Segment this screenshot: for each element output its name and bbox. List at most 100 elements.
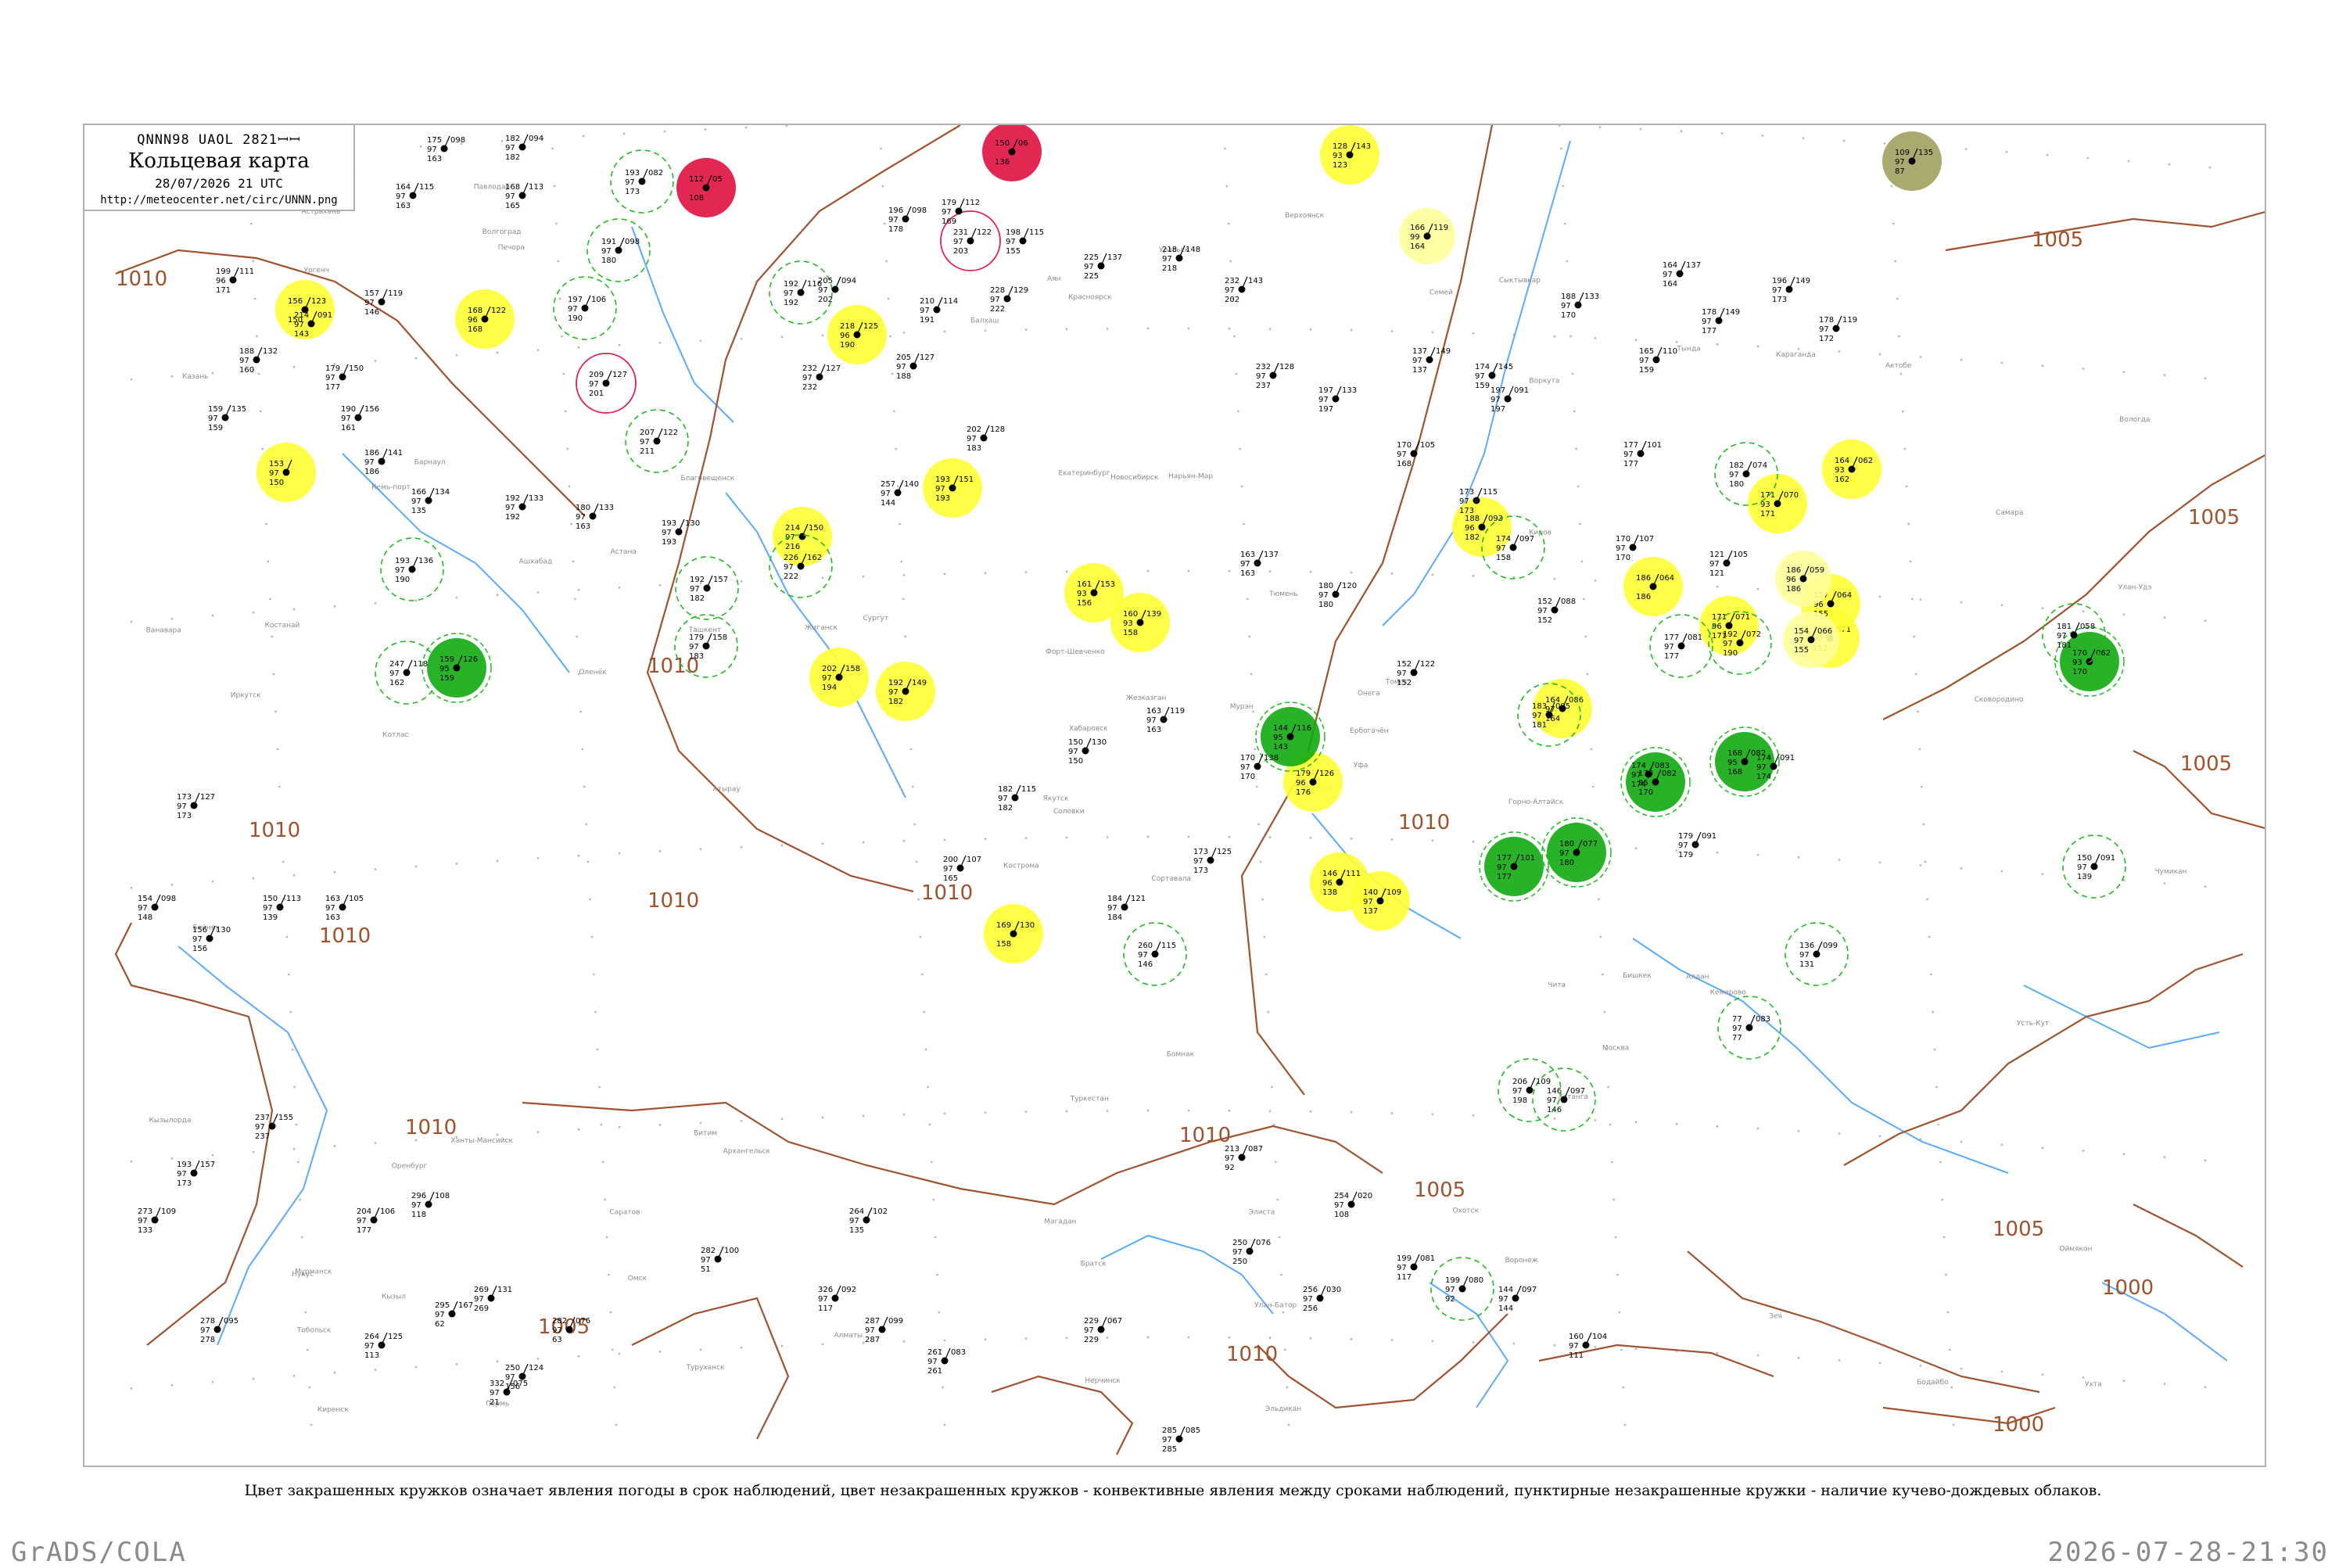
station-plot[interactable]: 16411597163 (396, 183, 434, 210)
station-dewpoint: 97 (1146, 716, 1157, 725)
station-plot[interactable]: 21011497191 (920, 297, 958, 325)
station-plot[interactable]: 20912797201 (589, 371, 627, 398)
station-plot[interactable]: 14409797144 (1498, 1286, 1537, 1313)
station-plot[interactable]: 19911196171 (216, 267, 254, 295)
station-plot[interactable]: 17710197177 (1623, 441, 1662, 468)
station-plot[interactable]: 26011597146 (1138, 942, 1176, 969)
station-plot[interactable]: 22812997222 (990, 286, 1028, 314)
station-plot[interactable]: 17814997177 (1702, 308, 1740, 335)
station-plot[interactable]: 13609997131 (1799, 942, 1838, 969)
station-plot[interactable]: 15011397139 (263, 895, 301, 922)
station-plot[interactable]: 17312797173 (177, 793, 215, 820)
station-plot[interactable]: 19313097193 (662, 519, 700, 547)
station-plot[interactable]: 17911297169 (942, 199, 980, 226)
station-plot[interactable]: 17811997172 (1819, 316, 1857, 343)
station-plot[interactable]: 16511097159 (1639, 347, 1677, 375)
station-plot[interactable]: 27310997133 (138, 1207, 176, 1235)
grid-dot (1965, 148, 1968, 150)
station-plot[interactable]: 16613497135 (411, 488, 450, 515)
station-plot[interactable]: 19609897178 (888, 206, 927, 234)
station-plot[interactable]: 26913197269 (474, 1286, 512, 1313)
station-plot[interactable]: 23112297203 (953, 228, 992, 256)
station-plot[interactable]: 20512797188 (896, 353, 934, 381)
station-plot[interactable]: 18813297160 (239, 347, 278, 375)
station-plot[interactable]: 25402097108 (1334, 1192, 1372, 1219)
station-plot[interactable]: 23715597237 (255, 1114, 293, 1141)
station-plot[interactable]: 12110597121 (1709, 551, 1748, 578)
station-plot[interactable]: 17909197179 (1678, 832, 1716, 859)
station-plot[interactable]: 19015697161 (341, 405, 379, 432)
station-plot[interactable]: 25714097144 (881, 480, 919, 508)
station-plot[interactable]: 20610997198 (1512, 1078, 1551, 1105)
station-plot[interactable]: 19211697192 (784, 280, 822, 307)
station-plot[interactable]: 2951679762 (435, 1301, 473, 1329)
station-plot[interactable]: 19215797182 (690, 576, 728, 603)
station-plot[interactable]: 19713397197 (1318, 386, 1357, 414)
station-plot[interactable]: 22513797225 (1084, 253, 1122, 281)
station-plot[interactable]: 25603097256 (1303, 1286, 1341, 1313)
source-url[interactable]: http://meteocenter.net/circ/UNNN.png (84, 194, 353, 206)
station-plot[interactable]: 18012097180 (1318, 582, 1357, 609)
station-plot[interactable]: 17915897183 (689, 633, 727, 661)
station-plot[interactable]: 2130879792 (1225, 1145, 1263, 1172)
station-plot[interactable]: 18412197184 (1107, 895, 1146, 922)
station-plot[interactable]: 15409897148 (138, 895, 176, 922)
station-plot[interactable]: 26410297135 (849, 1207, 888, 1235)
station-plot[interactable]: 20410697177 (357, 1207, 395, 1235)
station-plot[interactable]: 17013897170 (1240, 754, 1279, 781)
station-plot[interactable]: 17409797158 (1496, 535, 1534, 562)
station-plot[interactable]: 18209497182 (505, 135, 543, 162)
station-plot[interactable]: 19308297173 (625, 169, 663, 196)
station-plot[interactable]: 24711897162 (389, 660, 428, 687)
station-plot[interactable]: 17915097177 (325, 364, 364, 392)
station-plot[interactable]: 23212897237 (1256, 363, 1294, 390)
station-plot[interactable]: 16413797164 (1663, 261, 1701, 289)
station-plot[interactable]: 17708197177 (1664, 633, 1702, 661)
station-plot[interactable]: 19109897180 (601, 238, 640, 265)
station-plot[interactable]: 19709197197 (1490, 386, 1529, 414)
station-plot[interactable]: 2821009751 (701, 1247, 739, 1274)
station-plot[interactable]: 20212897183 (967, 425, 1005, 453)
station-plot[interactable]: 22906797229 (1084, 1317, 1122, 1344)
station-plot[interactable]: 16313797163 (1240, 551, 1279, 578)
station-plot[interactable]: 16010497111 (1569, 1333, 1607, 1360)
station-plot[interactable]: 32609297117 (818, 1286, 856, 1313)
station-plot[interactable]: 18614197186 (364, 449, 403, 476)
station-plot[interactable]: 19811597155 (1006, 228, 1044, 256)
station-plot[interactable]: 19614997173 (1772, 277, 1810, 304)
station-plot[interactable]: 15013097150 (1068, 738, 1107, 766)
station-plot[interactable]: 19908197117 (1397, 1254, 1435, 1282)
station-plot[interactable]: 16311997163 (1146, 707, 1185, 734)
station-plot[interactable]: 26412597113 (364, 1333, 403, 1360)
station-plot[interactable]: 18211597182 (998, 785, 1036, 813)
station-plot[interactable]: 770839777 (1732, 1015, 1770, 1042)
station-plot[interactable]: 20712297211 (640, 429, 678, 456)
station-plot[interactable]: 19313697190 (395, 557, 433, 584)
station-plot[interactable]: 28709997287 (865, 1317, 903, 1344)
station-plot[interactable]: 18013397163 (576, 504, 614, 531)
station-plot[interactable]: 18813397170 (1561, 292, 1599, 320)
station-plot[interactable]: 16811397165 (505, 183, 543, 210)
station-plot[interactable]: 17312597173 (1193, 848, 1232, 875)
station-plot[interactable]: 26108397261 (927, 1348, 966, 1376)
station-plot[interactable]: 20010797165 (943, 856, 981, 883)
station-plot[interactable]: 17010597168 (1397, 441, 1435, 468)
station-plot[interactable]: 20509497202 (818, 277, 856, 304)
station-plot[interactable]: 15913597159 (208, 405, 246, 432)
station-plot[interactable]: 29610897118 (411, 1192, 450, 1219)
station-plot[interactable]: 19315797173 (177, 1161, 215, 1188)
station-plot[interactable]: 19213397192 (505, 494, 543, 522)
station-plot[interactable]: 25007697250 (1232, 1239, 1271, 1266)
station-plot[interactable]: 28508597285 (1162, 1426, 1200, 1454)
station-plot[interactable]: 1990809792 (1445, 1276, 1483, 1304)
station-plot[interactable]: 15212297152 (1397, 660, 1435, 687)
station-plot[interactable]: 17509897163 (427, 136, 465, 163)
station-plot[interactable]: 15208897152 (1537, 597, 1576, 625)
station-plot[interactable]: 23214397202 (1225, 277, 1263, 304)
station-plot[interactable]: 19710697190 (568, 296, 606, 323)
station-plot[interactable]: 15009197139 (2077, 854, 2115, 881)
station-plot[interactable]: 16310597163 (325, 895, 364, 922)
station-pressure: 098 (161, 895, 176, 903)
station-plot[interactable]: 23212797232 (802, 364, 841, 392)
station-plot[interactable]: 13714997137 (1412, 347, 1451, 375)
